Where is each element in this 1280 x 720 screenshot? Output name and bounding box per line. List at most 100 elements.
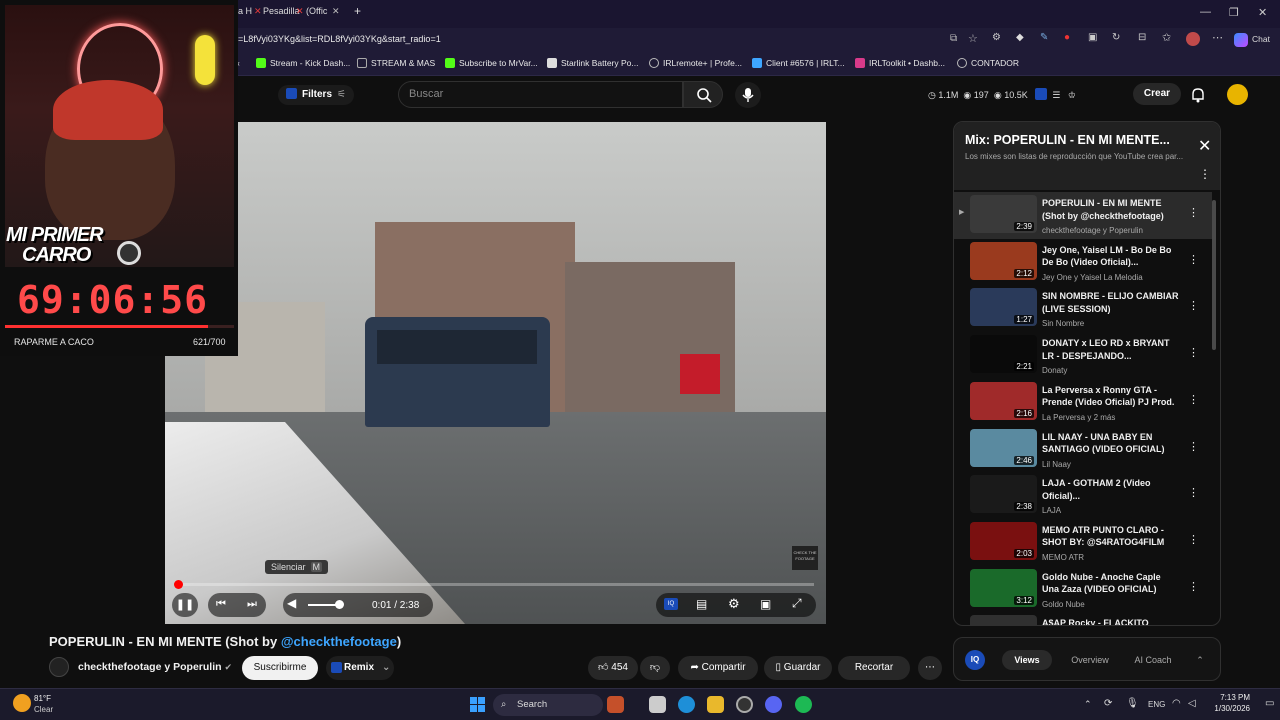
microphone-icon[interactable]: 🎙︎ bbox=[1126, 698, 1139, 709]
chat-button[interactable]: Chat bbox=[1252, 34, 1270, 44]
pause-button[interactable]: ❚❚ bbox=[172, 593, 198, 617]
close-icon[interactable]: ✕ bbox=[254, 6, 262, 17]
playlist-item[interactable]: 2:46 LIL NAAY - UNA BABY EN SANTIAGO (VID… bbox=[954, 426, 1212, 473]
edge-icon[interactable] bbox=[678, 696, 695, 713]
fullscreen-icon[interactable]: ⤢ bbox=[792, 596, 802, 611]
item-menu-icon[interactable]: ⋮ bbox=[1188, 580, 1199, 593]
volume-slider-handle[interactable] bbox=[335, 600, 344, 609]
item-menu-icon[interactable]: ⋮ bbox=[1188, 440, 1199, 453]
iq-icon[interactable] bbox=[1035, 88, 1048, 100]
start-button[interactable] bbox=[470, 697, 485, 712]
extension-icon[interactable]: ◆ bbox=[1016, 32, 1024, 43]
bookmark-item[interactable]: Subscribe to MrVar... bbox=[445, 58, 538, 68]
wifi-icon[interactable]: ◠ bbox=[1172, 698, 1181, 709]
taskbar-search[interactable]: ⌕ Search bbox=[493, 694, 603, 716]
iq-icon[interactable]: IQ bbox=[664, 598, 678, 610]
playlist-item[interactable]: 3:12 Goldo Nube - Anoche Caple Una Zaza (… bbox=[954, 566, 1212, 613]
tab-ai-coach[interactable]: AI Coach bbox=[1124, 650, 1182, 670]
clock-time[interactable]: 7:13 PM bbox=[1210, 693, 1250, 702]
subscribe-button[interactable]: Suscribirme bbox=[242, 656, 318, 680]
notification-icon[interactable]: ▭ bbox=[1265, 698, 1274, 709]
tab-views[interactable]: Views bbox=[1002, 650, 1052, 670]
video-thumbnail[interactable]: 2:21 bbox=[970, 335, 1037, 374]
playlist-menu-icon[interactable]: ⋮ bbox=[1199, 167, 1211, 181]
remix-button[interactable]: Remix ⌄ bbox=[326, 656, 394, 680]
like-button[interactable]: 👍︎ 454 bbox=[588, 656, 638, 680]
account-avatar[interactable] bbox=[1227, 84, 1248, 105]
file-explorer-icon[interactable] bbox=[707, 696, 724, 713]
settings-icon[interactable]: ⚙ bbox=[728, 596, 740, 612]
minimize-icon[interactable]: — bbox=[1200, 6, 1211, 18]
captions-icon[interactable]: ▤ bbox=[696, 597, 707, 611]
search-input[interactable]: Buscar bbox=[398, 81, 683, 108]
copilot-icon[interactable] bbox=[1234, 33, 1248, 47]
more-actions-button[interactable]: ⋯ bbox=[918, 656, 942, 680]
task-view-icon[interactable] bbox=[649, 696, 666, 713]
previous-icon[interactable]: ⏮ bbox=[216, 598, 226, 611]
extension-icon[interactable]: ⚙ bbox=[992, 32, 1001, 43]
spotify-icon[interactable] bbox=[795, 696, 812, 713]
playlist-item[interactable]: 2:21 DONATY x LEO RD x BRYANT LR - DESPEJ… bbox=[954, 332, 1212, 379]
obs-icon[interactable] bbox=[736, 696, 753, 713]
tray-chevron-icon[interactable]: ⌃ bbox=[1084, 699, 1092, 710]
item-menu-icon[interactable]: ⋮ bbox=[1188, 299, 1199, 312]
bookmark-item[interactable]: IRLToolkit • Dashb... bbox=[855, 58, 945, 68]
playlist-item[interactable]: ▶ 2:39 POPERULIN - EN MI MENTE (Shot by @c… bbox=[954, 192, 1212, 239]
playlist-item[interactable]: A$AP Rocky - FLACKITO⋮ bbox=[954, 612, 1212, 625]
video-player[interactable] bbox=[165, 122, 826, 624]
split-screen-icon[interactable]: ⊟ bbox=[1138, 32, 1146, 43]
dislike-button[interactable]: 👎︎ bbox=[640, 656, 670, 680]
close-icon[interactable]: ✕ bbox=[296, 6, 304, 17]
video-thumbnail[interactable]: 2:39 bbox=[970, 195, 1037, 233]
favorites-icon[interactable]: ✩ bbox=[1162, 31, 1171, 44]
input-language[interactable]: ENG bbox=[1148, 700, 1165, 709]
video-thumbnail[interactable]: 2:38 bbox=[970, 475, 1037, 514]
video-thumbnail[interactable]: 2:16 bbox=[970, 381, 1037, 420]
title-mention-link[interactable]: @checkthefootage bbox=[281, 634, 397, 649]
clip-button[interactable]: Recortar bbox=[838, 656, 910, 680]
close-tab-icon[interactable]: ✕ bbox=[332, 6, 340, 17]
speaker-icon[interactable]: ◁ bbox=[1188, 698, 1196, 709]
chevron-up-icon[interactable]: ⌃ bbox=[1192, 650, 1208, 670]
extension-icon[interactable]: ▣ bbox=[1088, 32, 1097, 43]
playlist-item[interactable]: 2:16 La Perversa x Ronny GTA - Prende (Vi… bbox=[954, 379, 1212, 426]
scrubber-handle[interactable] bbox=[174, 580, 183, 589]
video-thumbnail[interactable]: 2:03 bbox=[970, 521, 1037, 560]
video-thumbnail[interactable] bbox=[970, 615, 1037, 625]
new-tab-icon[interactable]: + bbox=[354, 4, 361, 18]
tab-overview[interactable]: Overview bbox=[1064, 650, 1116, 670]
item-menu-icon[interactable]: ⋮ bbox=[1188, 253, 1199, 266]
taskbar-app-icon[interactable] bbox=[607, 696, 624, 713]
close-playlist-icon[interactable]: ✕ bbox=[1198, 136, 1211, 156]
open-in-app-icon[interactable]: ⧉ bbox=[950, 33, 957, 44]
item-menu-icon[interactable]: ⋮ bbox=[1188, 393, 1199, 406]
playlist-scrollbar[interactable] bbox=[1212, 200, 1216, 350]
voice-search-button[interactable] bbox=[735, 82, 761, 108]
share-button[interactable]: ➦ Compartir bbox=[678, 656, 758, 680]
progress-bar[interactable] bbox=[177, 583, 814, 586]
item-menu-icon[interactable]: ⋮ bbox=[1188, 486, 1199, 499]
discord-icon[interactable] bbox=[765, 696, 782, 713]
item-menu-icon[interactable]: ⋮ bbox=[1188, 346, 1199, 359]
bookmark-item[interactable]: CONTADOR bbox=[957, 58, 1019, 68]
url-field[interactable]: =L8fVyi03YKg&list=RDL8fVyi03YKg&start_ra… bbox=[238, 34, 441, 44]
bookmark-item[interactable]: Stream - Kick Dash... bbox=[256, 58, 350, 68]
refresh-icon[interactable]: ↻ bbox=[1112, 32, 1120, 43]
bookmark-item[interactable]: STREAM & MAS bbox=[357, 58, 435, 68]
bookmark-item[interactable]: Client #6576 | IRLT... bbox=[752, 58, 845, 68]
window-close-icon[interactable]: ✕ bbox=[1258, 6, 1267, 19]
trophy-icon[interactable]: ♔ bbox=[1068, 90, 1076, 100]
save-button[interactable]: ▯ Guardar bbox=[764, 656, 832, 680]
more-menu-icon[interactable]: ⋯ bbox=[1212, 31, 1223, 44]
playlist-item[interactable]: 2:12 Jey One, Yaisel LM - Bo De Bo De Bo … bbox=[954, 239, 1212, 286]
item-menu-icon[interactable]: ⋮ bbox=[1188, 206, 1199, 219]
maximize-icon[interactable]: ❐ bbox=[1229, 6, 1239, 19]
bell-icon[interactable] bbox=[1190, 87, 1206, 103]
extension-icon[interactable]: ● bbox=[1064, 32, 1070, 43]
video-thumbnail[interactable]: 1:27 bbox=[970, 288, 1037, 327]
list-icon[interactable]: ☰ bbox=[1052, 90, 1060, 100]
filters-button[interactable]: Filters ⚟ bbox=[278, 85, 354, 105]
item-menu-icon[interactable]: ⋮ bbox=[1188, 533, 1199, 546]
volume-icon[interactable]: ◀ bbox=[287, 596, 296, 610]
profile-avatar[interactable] bbox=[1186, 32, 1200, 46]
